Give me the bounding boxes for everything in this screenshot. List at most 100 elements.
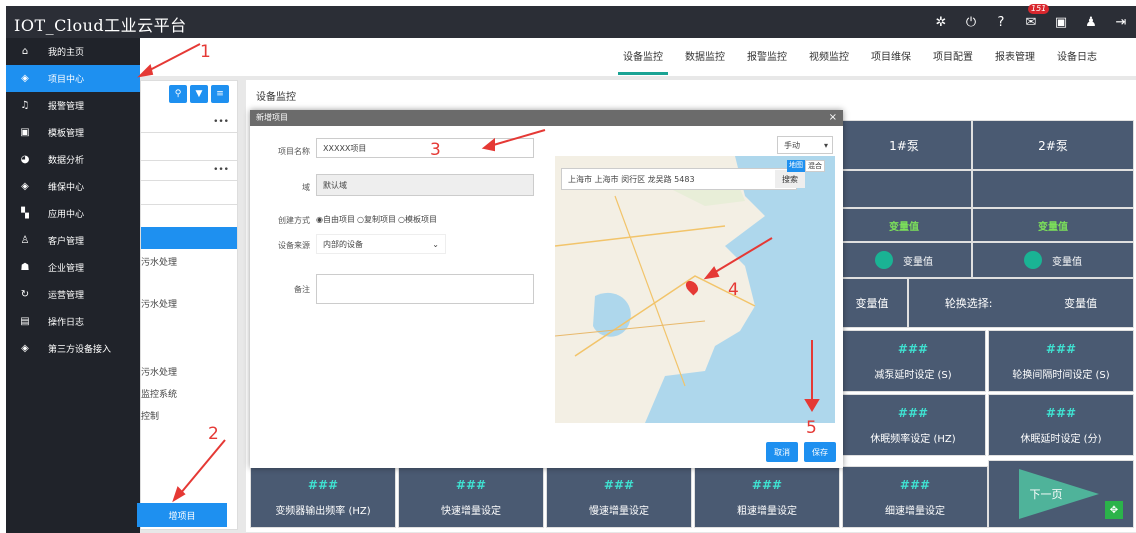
radio-label: 复制项目 — [363, 215, 396, 224]
top-bar: IOT_Cloud工业云平台 ✲ ⏻ ? ✉ 151 ▣ ♟ ⇥ — [6, 4, 1136, 38]
radio-free[interactable]: ◉自由项目 — [316, 214, 355, 225]
source-select[interactable]: 内部的设备 ⌄ — [316, 234, 446, 254]
sidebar-item-maintenance[interactable]: ◈ 维保中心 — [6, 173, 140, 200]
bottom-label: 快速增量设定 — [441, 505, 501, 517]
dialog-title: 新增项目 — [256, 113, 288, 122]
source-value: 内部的设备 — [323, 239, 363, 249]
sidebar-item-templates[interactable]: ▣ 模板管理 — [6, 119, 140, 146]
next-page-cell[interactable]: 下一页 ✥ — [988, 460, 1134, 528]
expand-icon[interactable]: ✥ — [1105, 501, 1123, 519]
map-type-switch: 地图 混合 — [787, 160, 825, 172]
filter-icon[interactable]: ▼ — [190, 85, 208, 103]
bottom-value: ### — [307, 477, 339, 492]
save-button[interactable]: 保存 — [804, 442, 836, 462]
sidebar-item-enterprise[interactable]: ☗ 企业管理 — [6, 254, 140, 281]
bottom-label: 细速增量设定 — [885, 505, 945, 517]
bottom-cell[interactable]: ### 粗速增量设定 — [694, 466, 840, 528]
tree-item[interactable]: 监控系统 — [141, 387, 237, 400]
sidebar-item-projects[interactable]: ◈ 项目中心 — [6, 65, 140, 92]
menu-icon[interactable]: ≡ — [211, 85, 229, 103]
dialog-header: 新增项目 × — [250, 110, 843, 126]
bottom-cell[interactable]: ### 快速增量设定 — [398, 466, 544, 528]
power-icon[interactable]: ⏻ — [962, 13, 980, 31]
radio-label: 自由项目 — [322, 215, 355, 224]
map-type-map[interactable]: 地图 — [787, 160, 805, 172]
tab-alarm-monitor[interactable]: 报警监控 — [736, 40, 798, 75]
cancel-button[interactable]: 取消 — [766, 442, 798, 462]
tree-item[interactable]: 污水处理 — [141, 365, 237, 378]
tree-selected-row[interactable] — [141, 227, 237, 249]
logout-icon[interactable]: ⇥ — [1112, 13, 1130, 31]
note-label: 备注 — [294, 285, 310, 294]
sidebar-item-label: 第三方设备接入 — [48, 345, 112, 355]
tab-video-monitor[interactable]: 视频监控 — [798, 40, 860, 75]
sidebar-item-label: 报警管理 — [48, 102, 85, 112]
setting-cell[interactable]: ### 减泵延时设定 (S) — [840, 330, 986, 392]
map-search-button[interactable]: 搜索 — [775, 170, 805, 188]
sidebar-item-label: 模板管理 — [48, 129, 85, 139]
search-icon[interactable]: ⚲ — [169, 85, 187, 103]
sidebar-item-home[interactable]: ⌂ 我的主页 — [6, 38, 140, 65]
help-icon[interactable]: ? — [992, 13, 1010, 31]
tree-item[interactable]: 污水处理 — [141, 297, 237, 310]
bottom-label: 慢速增量设定 — [589, 505, 649, 517]
radio-copy[interactable]: ○复制项目 — [357, 214, 396, 225]
map-mode-value: 手动 — [784, 140, 800, 150]
tab-project-maintenance[interactable]: 项目维保 — [860, 40, 922, 75]
sidebar-item-apps[interactable]: ▚ 应用中心 — [6, 200, 140, 227]
sidebar-item-label: 应用中心 — [48, 210, 85, 220]
sidebar-item-label: 数据分析 — [48, 156, 85, 166]
tree-item[interactable]: 控制 — [141, 409, 237, 422]
map-type-hybrid[interactable]: 混合 — [805, 160, 825, 172]
sidebar-item-thirdparty[interactable]: ◈ 第三方设备接入 — [6, 335, 140, 362]
mail-icon[interactable]: ✉ 151 — [1022, 4, 1050, 31]
bug-icon[interactable]: ✲ — [932, 13, 950, 31]
tree-item[interactable]: 污水处理 — [141, 255, 237, 268]
setting-value: ### — [1045, 405, 1077, 420]
tree-group[interactable] — [141, 133, 237, 161]
tab-device-monitor[interactable]: 设备监控 — [612, 40, 674, 75]
sidebar-item-label: 维保中心 — [48, 183, 85, 193]
tab-device-log[interactable]: 设备日志 — [1046, 40, 1108, 75]
fullscreen-icon[interactable]: ▣ — [1052, 13, 1070, 31]
bottom-cell[interactable]: ### 变频器输出频率 (HZ) — [250, 466, 396, 528]
map-address-input[interactable]: 上海市 上海市 闵行区 龙吴路 5483 — [561, 168, 797, 190]
status-dot — [875, 251, 893, 269]
bottom-label: 变频器输出频率 (HZ) — [275, 505, 371, 517]
note-textarea[interactable] — [316, 274, 534, 304]
close-icon[interactable]: × — [829, 110, 837, 126]
pump1-status: 变量值 — [836, 242, 972, 278]
setting-label: 轮换间隔时间设定 (S) — [1012, 369, 1110, 381]
tree-group-more[interactable]: ••• — [141, 113, 237, 133]
bottom-cell[interactable]: ### 细速增量设定 — [842, 466, 988, 528]
project-name-input[interactable]: XXXXX项目 — [316, 138, 534, 158]
pump2-status: 变量值 — [972, 242, 1134, 278]
panel-title: 设备监控 — [256, 92, 296, 103]
bottom-cell[interactable]: ### 慢速增量设定 — [546, 466, 692, 528]
name-label: 项目名称 — [278, 147, 310, 156]
map-mode-select[interactable]: 手动 ▾ — [777, 136, 833, 154]
radio-template[interactable]: ○模板项目 — [398, 214, 437, 225]
user-icon[interactable]: ♟ — [1082, 13, 1100, 31]
map-view[interactable]: 上海市 上海市 闵行区 龙吴路 5483 搜索 地图 混合 — [555, 156, 835, 423]
tree-group[interactable] — [141, 181, 237, 205]
mail-badge: 151 — [1028, 4, 1050, 14]
home-icon: ⌂ — [21, 46, 29, 57]
sidebar-item-analytics[interactable]: ◕ 数据分析 — [6, 146, 140, 173]
tree-group-more[interactable]: ••• — [141, 161, 237, 181]
setting-cell[interactable]: ### 休眠延时设定 (分) — [988, 394, 1134, 456]
sidebar-item-logs[interactable]: ▤ 操作日志 — [6, 308, 140, 335]
tab-data-monitor[interactable]: 数据监控 — [674, 40, 736, 75]
tab-project-config[interactable]: 项目配置 — [922, 40, 984, 75]
sidebar-item-alarms[interactable]: ♫ 报警管理 — [6, 92, 140, 119]
tab-reports[interactable]: 报表管理 — [984, 40, 1046, 75]
setting-cell[interactable]: ### 休眠频率设定 (HZ) — [840, 394, 986, 456]
sidebar-item-customers[interactable]: ♙ 客户管理 — [6, 227, 140, 254]
sidebar-item-operations[interactable]: ↻ 运营管理 — [6, 281, 140, 308]
refresh-icon: ↻ — [20, 289, 30, 300]
add-project-button[interactable]: 增项目 — [137, 503, 227, 527]
setting-cell[interactable]: ### 轮换间隔时间设定 (S) — [988, 330, 1134, 392]
template-icon: ▣ — [20, 127, 30, 138]
bottom-label: 粗速增量设定 — [737, 505, 797, 517]
next-page-label[interactable]: 下一页 — [1030, 486, 1063, 502]
